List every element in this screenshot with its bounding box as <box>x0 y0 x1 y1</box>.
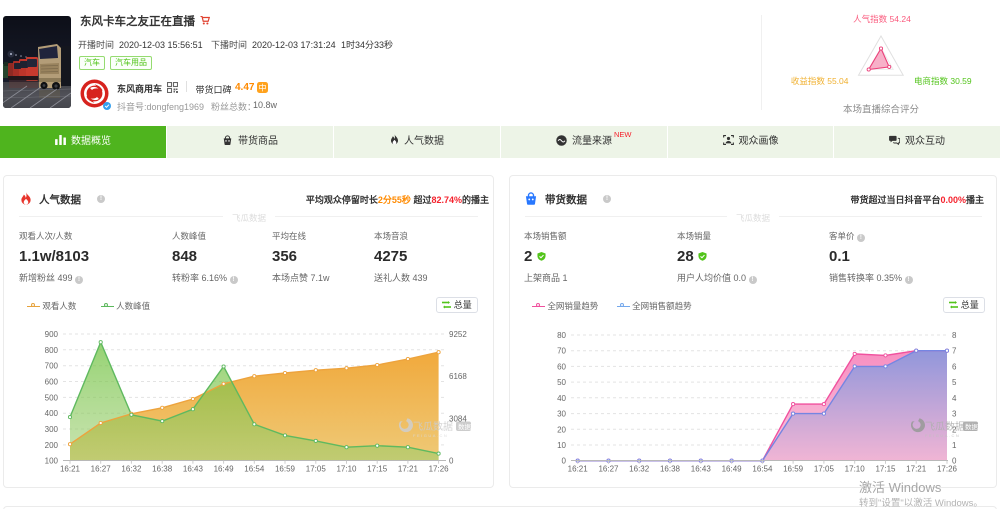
svg-text:17:10: 17:10 <box>336 465 357 474</box>
svg-text:17:15: 17:15 <box>367 465 388 474</box>
svg-text:70: 70 <box>557 347 566 356</box>
svg-text:17:26: 17:26 <box>937 465 958 474</box>
svg-text:400: 400 <box>45 409 59 418</box>
svg-text:200: 200 <box>45 441 59 450</box>
svg-text:16:59: 16:59 <box>783 465 804 474</box>
svg-text:7: 7 <box>952 347 957 356</box>
svg-text:60: 60 <box>557 362 566 371</box>
svg-text:本场直播综合评分: 本场直播综合评分 <box>843 104 920 116</box>
svg-text:16:32: 16:32 <box>629 465 650 474</box>
svg-text:5: 5 <box>952 378 957 387</box>
svg-text:16:54: 16:54 <box>752 465 773 474</box>
svg-text:1: 1 <box>952 441 957 450</box>
svg-text:飞瓜数据: 飞瓜数据 <box>413 420 453 433</box>
svg-text:8: 8 <box>952 331 957 340</box>
svg-text:10: 10 <box>557 441 566 450</box>
svg-text:50: 50 <box>557 378 566 387</box>
svg-text:FEIGUA.CN: FEIGUA.CN <box>925 433 960 438</box>
svg-text:数据: 数据 <box>458 422 472 431</box>
svg-text:中: 中 <box>258 83 266 93</box>
svg-text:700: 700 <box>45 362 59 371</box>
svg-text:17:15: 17:15 <box>875 465 896 474</box>
svg-text:17:21: 17:21 <box>398 465 419 474</box>
svg-text:人气指数 54.24: 人气指数 54.24 <box>853 14 911 24</box>
svg-text:16:59: 16:59 <box>275 465 296 474</box>
svg-text:FEIGUA.CN: FEIGUA.CN <box>413 433 448 438</box>
svg-text:收益指数 55.04: 收益指数 55.04 <box>791 76 849 86</box>
svg-text:16:43: 16:43 <box>691 465 712 474</box>
svg-text:飞瓜数据: 飞瓜数据 <box>925 420 965 433</box>
svg-text:300: 300 <box>45 425 59 434</box>
svg-text:16:54: 16:54 <box>244 465 265 474</box>
svg-text:900: 900 <box>45 330 59 339</box>
svg-text:16:38: 16:38 <box>152 465 173 474</box>
svg-text:16:43: 16:43 <box>183 465 204 474</box>
svg-text:6: 6 <box>952 362 957 371</box>
svg-text:9252: 9252 <box>449 330 467 339</box>
svg-text:3: 3 <box>952 410 957 419</box>
svg-text:16:27: 16:27 <box>598 465 619 474</box>
svg-text:17:26: 17:26 <box>429 465 450 474</box>
svg-text:4: 4 <box>952 394 957 403</box>
svg-text:17:05: 17:05 <box>306 465 327 474</box>
svg-text:30: 30 <box>557 410 566 419</box>
svg-text:16:38: 16:38 <box>660 465 681 474</box>
svg-text:电商指数 30.59: 电商指数 30.59 <box>914 76 972 86</box>
svg-text:100: 100 <box>45 457 59 466</box>
svg-text:6168: 6168 <box>449 372 467 381</box>
svg-text:0: 0 <box>449 457 454 466</box>
svg-text:20: 20 <box>557 425 566 434</box>
svg-text:16:49: 16:49 <box>214 465 235 474</box>
svg-text:17:21: 17:21 <box>906 465 927 474</box>
svg-text:16:27: 16:27 <box>91 465 112 474</box>
svg-text:0: 0 <box>562 457 567 466</box>
svg-text:17:05: 17:05 <box>814 465 835 474</box>
svg-text:16:21: 16:21 <box>568 465 589 474</box>
svg-text:80: 80 <box>557 331 566 340</box>
svg-text:16:32: 16:32 <box>121 465 142 474</box>
svg-text:17:10: 17:10 <box>845 465 866 474</box>
svg-text:16:21: 16:21 <box>60 465 81 474</box>
svg-text:40: 40 <box>557 394 566 403</box>
svg-text:500: 500 <box>45 393 59 402</box>
svg-text:16:49: 16:49 <box>722 465 743 474</box>
svg-text:数据: 数据 <box>965 422 979 431</box>
svg-text:800: 800 <box>45 346 59 355</box>
svg-text:600: 600 <box>45 378 59 387</box>
